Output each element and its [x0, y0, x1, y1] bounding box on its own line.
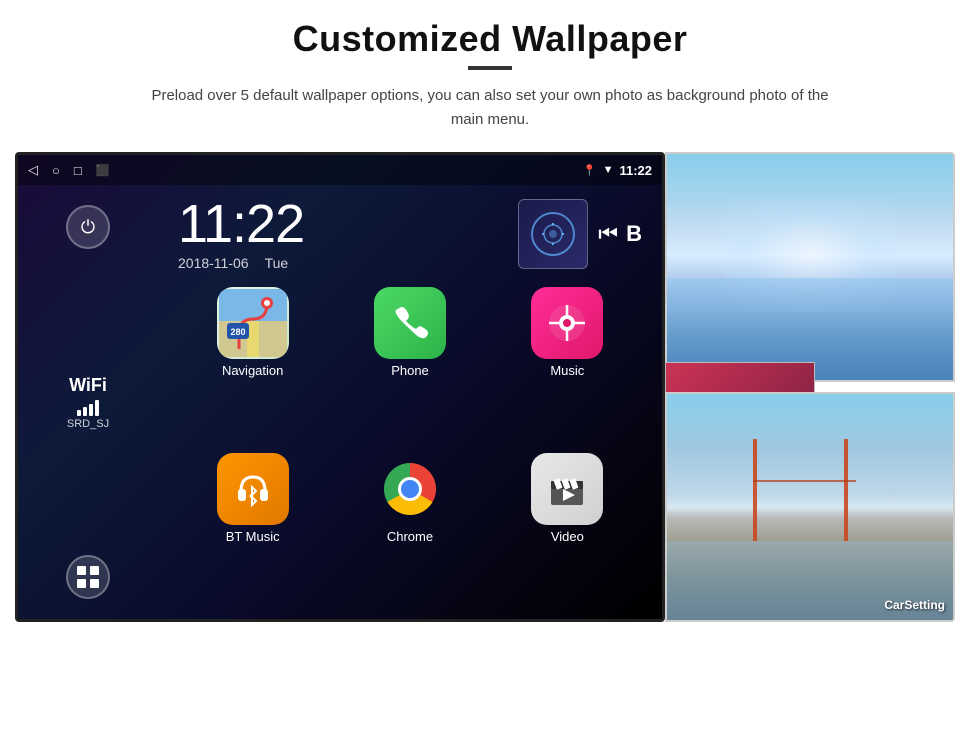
prev-track-icon[interactable]: ⏮: [598, 221, 618, 247]
recents-icon[interactable]: □: [74, 163, 82, 178]
power-button[interactable]: ⏻: [66, 205, 110, 249]
phone-label: Phone: [391, 363, 429, 378]
app-item-video[interactable]: Video: [493, 453, 642, 611]
page-wrapper: Customized Wallpaper Preload over 5 defa…: [0, 0, 980, 622]
page-description: Preload over 5 default wallpaper options…: [150, 84, 830, 132]
bt-music-label: BT Music: [226, 529, 280, 544]
wifi-bar-4: [95, 400, 99, 416]
clock-block: 11:22 2018-11-06 Tue: [178, 197, 304, 271]
wallpaper-thumb-bottom[interactable]: CarSetting: [665, 392, 955, 622]
music-label: Music: [550, 363, 584, 378]
navigation-label: Navigation: [222, 363, 283, 378]
wifi-bar-1: [77, 410, 81, 416]
wifi-bar-2: [83, 407, 87, 416]
home-icon[interactable]: ○: [52, 163, 60, 178]
video-icon: [531, 453, 603, 525]
app-item-phone[interactable]: Phone: [335, 287, 484, 445]
wifi-bar-3: [89, 404, 93, 416]
clock-area: 11:22 2018-11-06 Tue: [158, 185, 662, 279]
chrome-icon: [374, 453, 446, 525]
wifi-ssid: SRD_SJ: [67, 418, 109, 430]
navigation-icon: 280: [217, 287, 289, 359]
media-controls: ⏮ B: [598, 221, 642, 247]
status-bar: ◁ ○ □ ⬛ 📍 ▼ 11:22: [18, 155, 662, 185]
page-title: Customized Wallpaper: [293, 18, 688, 60]
app-item-navigation[interactable]: 280 Navigation: [178, 287, 327, 445]
app-item-bt-music[interactable]: BT Music: [178, 453, 327, 611]
music-icon: [531, 287, 603, 359]
day-value: Tue: [265, 255, 289, 271]
status-time: 11:22: [619, 163, 652, 178]
wifi-bars: [77, 398, 99, 416]
nav-buttons: ◁ ○ □ ⬛: [28, 162, 109, 178]
clock-display: 11:22: [178, 197, 304, 251]
title-divider: [468, 66, 512, 70]
chrome-inner-circle: [398, 477, 422, 501]
svg-text:280: 280: [230, 327, 245, 337]
wallpaper-thumbnails: CarSetting: [665, 152, 965, 622]
car-setting-label: CarSetting: [884, 598, 945, 612]
bt-music-icon: [217, 453, 289, 525]
main-content: 11:22 2018-11-06 Tue: [158, 185, 662, 619]
wallpaper-thumb-top[interactable]: [665, 152, 955, 382]
device-area: ◁ ○ □ ⬛ 📍 ▼ 11:22 ⏻ WiFi: [15, 152, 965, 622]
media-icon-box: [518, 199, 588, 269]
app-grid: 280 Navigation Phone: [158, 279, 662, 619]
screenshot-icon[interactable]: ⬛: [96, 164, 110, 177]
apps-grid-button[interactable]: [66, 555, 110, 599]
android-screen: ◁ ○ □ ⬛ 📍 ▼ 11:22 ⏻ WiFi: [15, 152, 665, 622]
app-item-music[interactable]: Music: [493, 287, 642, 445]
chrome-label: Chrome: [387, 529, 433, 544]
status-icons: 📍 ▼ 11:22: [583, 163, 652, 178]
video-label: Video: [551, 529, 584, 544]
wifi-label: WiFi: [69, 375, 107, 396]
phone-icon: [374, 287, 446, 359]
wifi-info: WiFi SRD_SJ: [67, 375, 109, 430]
chrome-outer-ring: [384, 463, 436, 515]
clock-date: 2018-11-06 Tue: [178, 255, 288, 271]
date-value: 2018-11-06: [178, 255, 249, 271]
wifi-icon: ▼: [603, 164, 614, 176]
back-icon[interactable]: ◁: [28, 162, 38, 178]
media-icon-inner: [531, 212, 575, 256]
location-icon: 📍: [583, 164, 597, 177]
next-label: B: [626, 221, 642, 247]
media-widget: ⏮ B: [518, 199, 642, 269]
left-sidebar: ⏻ WiFi SRD_SJ: [18, 185, 158, 619]
app-item-chrome[interactable]: Chrome: [335, 453, 484, 611]
